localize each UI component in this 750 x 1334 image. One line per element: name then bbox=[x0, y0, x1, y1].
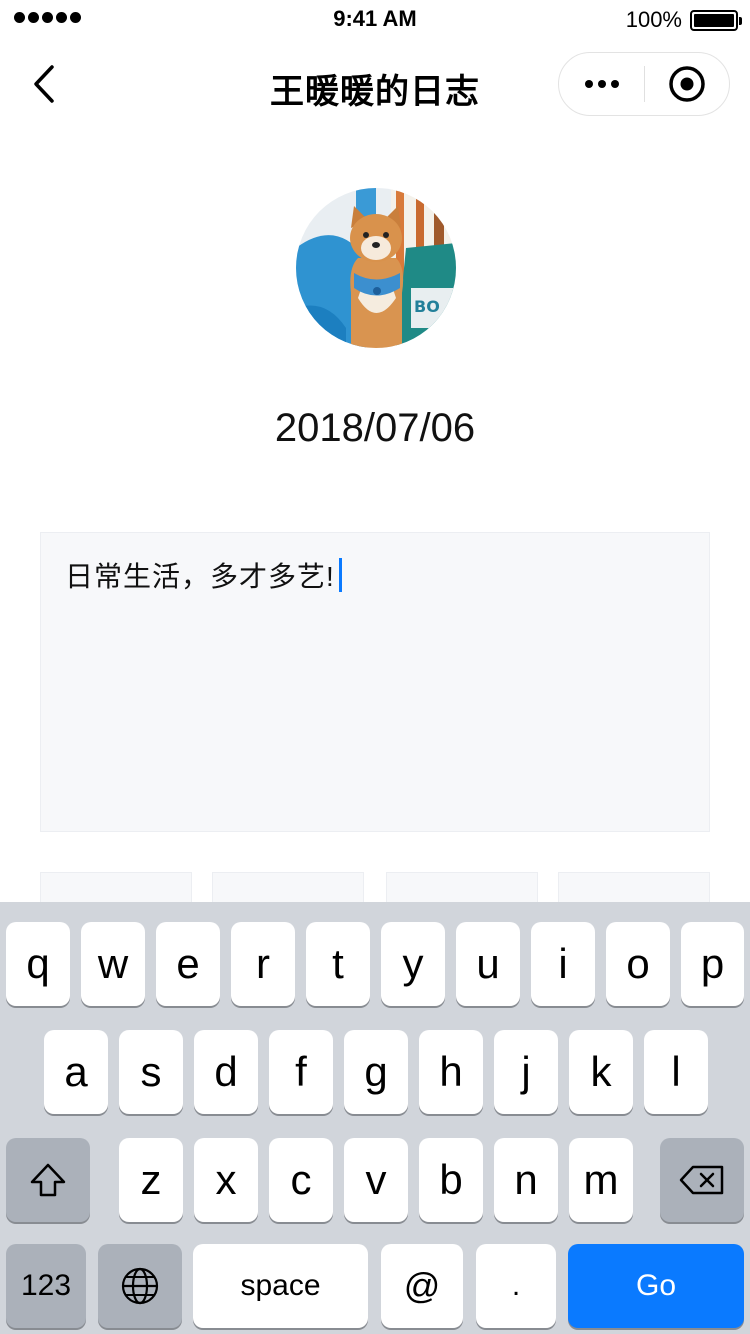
key-x[interactable]: x bbox=[194, 1138, 258, 1222]
key-j[interactable]: j bbox=[494, 1030, 558, 1114]
shift-arrow-icon bbox=[30, 1163, 66, 1197]
key-f[interactable]: f bbox=[269, 1030, 333, 1114]
key-z[interactable]: z bbox=[119, 1138, 183, 1222]
key-n[interactable]: n bbox=[494, 1138, 558, 1222]
key-p[interactable]: p bbox=[681, 922, 744, 1006]
key-e[interactable]: e bbox=[156, 922, 220, 1006]
delete-key[interactable] bbox=[660, 1138, 744, 1222]
avatar[interactable]: BO bbox=[296, 188, 456, 348]
status-bar: 9:41 AM 100% bbox=[0, 0, 750, 40]
at-key[interactable]: @ bbox=[381, 1244, 463, 1328]
key-u[interactable]: u bbox=[456, 922, 520, 1006]
key-y[interactable]: y bbox=[381, 922, 445, 1006]
battery-icon bbox=[690, 10, 742, 31]
key-d[interactable]: d bbox=[194, 1030, 258, 1114]
more-dots-icon bbox=[584, 80, 593, 88]
dot-key[interactable]: . bbox=[476, 1244, 556, 1328]
target-circle-icon bbox=[669, 66, 705, 102]
key-c[interactable]: c bbox=[269, 1138, 333, 1222]
key-s[interactable]: s bbox=[119, 1030, 183, 1114]
diary-text-content: 日常生活，多才多艺! bbox=[65, 561, 335, 592]
shiba-dog-avatar: BO bbox=[296, 188, 456, 348]
key-a[interactable]: a bbox=[44, 1030, 108, 1114]
globe-icon bbox=[121, 1267, 159, 1305]
numbers-key[interactable]: 123 bbox=[6, 1244, 86, 1328]
key-g[interactable]: g bbox=[344, 1030, 408, 1114]
key-v[interactable]: v bbox=[344, 1138, 408, 1222]
globe-key[interactable] bbox=[98, 1244, 182, 1328]
key-b[interactable]: b bbox=[419, 1138, 483, 1222]
key-h[interactable]: h bbox=[419, 1030, 483, 1114]
close-button[interactable] bbox=[645, 52, 729, 116]
shift-key[interactable] bbox=[6, 1138, 90, 1222]
key-t[interactable]: t bbox=[306, 922, 370, 1006]
key-m[interactable]: m bbox=[569, 1138, 633, 1222]
key-r[interactable]: r bbox=[231, 922, 295, 1006]
key-q[interactable]: q bbox=[6, 922, 70, 1006]
more-button[interactable] bbox=[559, 52, 644, 116]
svg-text:BO: BO bbox=[414, 297, 440, 316]
diary-text-area[interactable]: 日常生活，多才多艺! bbox=[40, 532, 710, 832]
backspace-icon bbox=[679, 1165, 724, 1195]
diary-date: 2018/07/06 bbox=[274, 406, 476, 450]
mini-program-capsule bbox=[558, 52, 730, 116]
space-key[interactable]: space bbox=[193, 1244, 368, 1328]
battery-percentage: 100% bbox=[625, 7, 682, 32]
navigation-bar: 王暖暖的日志 bbox=[0, 40, 750, 128]
key-k[interactable]: k bbox=[569, 1030, 633, 1114]
go-key[interactable]: Go bbox=[568, 1244, 744, 1328]
on-screen-keyboard: q w e r t y u i o p a s d f g h j k l z … bbox=[0, 902, 750, 1334]
text-cursor bbox=[338, 558, 342, 592]
key-l[interactable]: l bbox=[644, 1030, 708, 1114]
key-i[interactable]: i bbox=[531, 922, 595, 1006]
key-o[interactable]: o bbox=[606, 922, 670, 1006]
key-w[interactable]: w bbox=[81, 922, 145, 1006]
